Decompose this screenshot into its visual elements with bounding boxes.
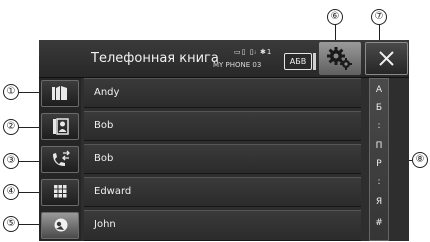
alphabet-index-letter: :	[377, 121, 381, 131]
callout-4: ④	[3, 184, 19, 200]
alphabet-index-letter[interactable]: Б	[370, 103, 388, 113]
close-button[interactable]	[365, 42, 408, 75]
alphabet-index-letter: :	[377, 177, 381, 187]
favorites-button[interactable]	[41, 212, 79, 239]
phonebook-button[interactable]	[41, 80, 79, 107]
callout-1: ①	[3, 84, 19, 100]
call-history-button[interactable]	[41, 146, 79, 173]
alphabet-index-letter[interactable]: #	[370, 218, 388, 228]
device-name: MY PHONE 03	[213, 61, 262, 69]
alphabet-index-letter[interactable]: Р	[370, 159, 388, 169]
phonebook-icon	[52, 86, 67, 100]
list-item[interactable]: Andy	[84, 78, 361, 108]
contact-name: Bob	[94, 153, 114, 164]
favorites-icon	[54, 218, 68, 232]
callout-5: ⑤	[3, 216, 19, 232]
contact-name: Edward	[94, 186, 132, 197]
list-item[interactable]: John	[84, 210, 361, 241]
callout-3-leader	[19, 161, 40, 162]
contact-name: John	[94, 219, 116, 230]
contact-list: Andy Bob Bob Edward John	[84, 78, 361, 241]
callout-6: ⑥	[327, 9, 343, 25]
close-icon	[379, 51, 394, 66]
contact-card-button[interactable]	[41, 113, 79, 140]
alphabet-index-letter[interactable]: А	[370, 85, 388, 95]
callout-8: ⑧	[412, 152, 428, 168]
status-icons: ▭▯ ▯ᵢ ✱1	[234, 48, 273, 56]
list-item[interactable]: Bob	[84, 111, 361, 141]
keypad-icon	[54, 185, 67, 198]
alphabet-index-bar[interactable]: А Б : П Р : Я #	[369, 78, 389, 241]
header-bar: Телефонная книга ▭▯ ▯ᵢ ✱1 MY PHONE 03 АБ…	[39, 40, 409, 78]
call-history-icon	[53, 150, 70, 166]
list-item[interactable]: Bob	[84, 144, 361, 174]
keypad-button[interactable]	[41, 179, 79, 206]
alphabet-switch-indicator	[313, 53, 316, 70]
function-menu	[39, 78, 81, 241]
list-item[interactable]: Edward	[84, 177, 361, 207]
callout-1-leader	[19, 92, 40, 93]
callout-2-leader	[19, 127, 40, 128]
callout-5-leader	[19, 224, 40, 225]
alphabet-switch-button[interactable]: АБВ	[284, 53, 312, 70]
callout-2: ②	[3, 119, 19, 135]
callout-3: ③	[3, 153, 19, 169]
gear-icon	[327, 47, 352, 70]
settings-button[interactable]	[319, 42, 361, 75]
callout-4-leader	[19, 192, 40, 193]
callout-7: ⑦	[371, 9, 387, 25]
alphabet-index-letter[interactable]: П	[370, 141, 388, 151]
contact-card-icon	[53, 118, 69, 135]
contact-name: Bob	[94, 120, 114, 131]
phonebook-screen: Телефонная книга ▭▯ ▯ᵢ ✱1 MY PHONE 03 АБ…	[39, 40, 409, 241]
page-title: Телефонная книга	[91, 51, 219, 66]
alphabet-index-letter[interactable]: Я	[370, 197, 388, 207]
contact-name: Andy	[94, 87, 120, 98]
